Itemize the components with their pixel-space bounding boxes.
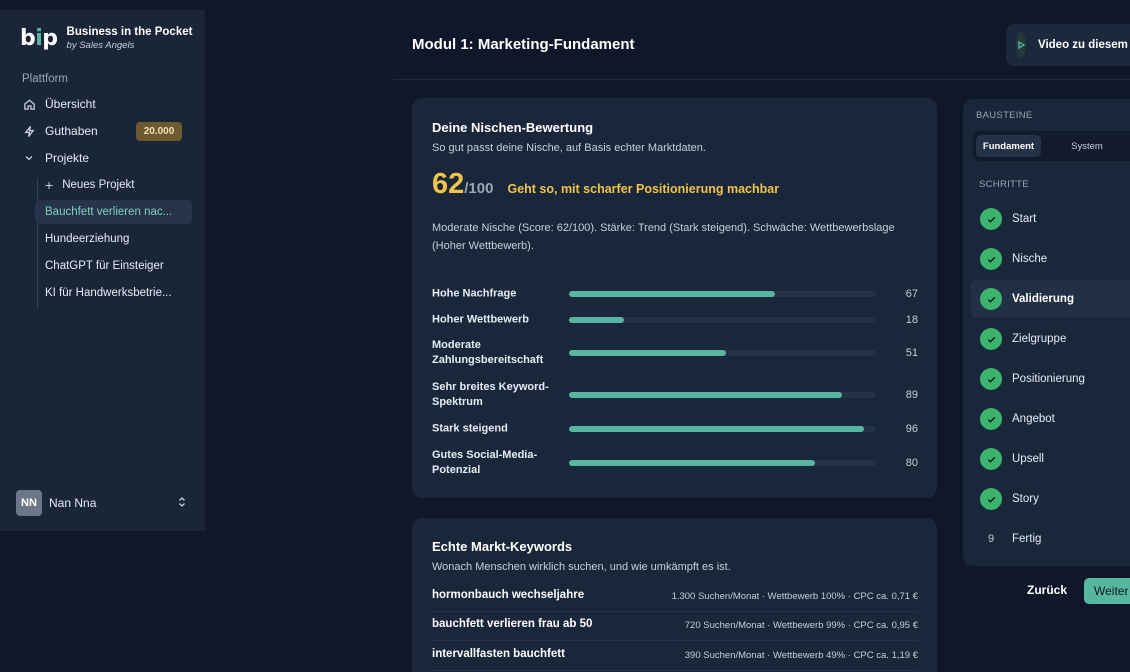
sidebar-item-projects[interactable]: Projekte: [22, 148, 89, 168]
brand-title: Business in the Pocket: [66, 26, 193, 38]
keyword-row: hormonbauch wechseljahre 1.300 Suchen/Mo…: [432, 582, 918, 612]
card-subtitle: Wonach Menschen wirklich suchen, und wie…: [432, 561, 731, 573]
module-toggle: Fundament System: [973, 131, 1130, 161]
metric-bar: [569, 426, 876, 432]
score-value: 62: [432, 168, 465, 200]
metric-bar: [569, 317, 876, 323]
niche-score: 62 /100 Geht so, mit scharfer Positionie…: [432, 168, 779, 201]
steps-panel: BAUSTEINE Fundament System SCHRITTE Star…: [963, 99, 1130, 566]
home-icon: [22, 97, 36, 111]
sidebar-item-overview[interactable]: Übersicht: [22, 94, 96, 114]
metric-row: Gutes Social-Media-Potenzial 80: [432, 449, 918, 476]
project-item[interactable]: KI für Handwerksbetrie...: [35, 281, 192, 305]
sidebar-item-label: Projekte: [45, 151, 90, 165]
metric-row: Moderate Zahlungsbereitschaft 51: [432, 339, 918, 366]
page-title: Modul 1: Marketing-Fundament: [412, 36, 635, 53]
chevron-up-down-icon: [178, 496, 186, 509]
play-icon: [1016, 32, 1026, 58]
lightning-icon: [22, 124, 36, 138]
score-verdict: Geht so, mit scharfer Positionierung mac…: [507, 182, 780, 196]
header-divider: [393, 79, 1130, 80]
sidebar: bip Business in the Pocket by Sales Ange…: [0, 10, 205, 531]
step-validierung[interactable]: Validierung: [970, 280, 1130, 318]
check-icon: [980, 208, 1002, 230]
step-number: 9: [987, 533, 995, 545]
metric-row: Sehr breites Keyword-Spektrum 89: [432, 381, 918, 408]
check-icon: [980, 448, 1002, 470]
video-button[interactable]: Video zu diesem Modul: [1006, 24, 1130, 66]
card-title: Echte Markt-Keywords: [432, 539, 573, 554]
step-upsell[interactable]: Upsell: [970, 440, 1130, 478]
project-item[interactable]: Hundeerziehung: [35, 227, 192, 251]
sidebar-item-credits[interactable]: Guthaben: [22, 121, 98, 141]
user-name: Nan Nna: [49, 496, 97, 510]
step-zielgruppe[interactable]: Zielgruppe: [970, 320, 1130, 358]
sidebar-item-label: Guthaben: [45, 124, 98, 138]
keywords-card: Echte Markt-Keywords Wonach Menschen wir…: [412, 518, 937, 672]
check-icon: [980, 288, 1002, 310]
step-nische[interactable]: Nische: [970, 240, 1130, 278]
check-icon: [980, 368, 1002, 390]
schritte-label: SCHRITTE: [979, 179, 1029, 190]
card-subtitle: So gut passt deine Nische, auf Basis ech…: [432, 142, 706, 154]
project-item[interactable]: ChatGPT für Einsteiger: [35, 254, 192, 278]
brand-subtitle: by Sales Angels: [66, 40, 135, 51]
project-item-active[interactable]: Bauchfett verlieren nac...: [35, 200, 192, 224]
niche-rating-card: Deine Nischen-Bewertung So gut passt dei…: [412, 98, 937, 498]
metric-row: Stark steigend 96: [432, 422, 918, 436]
check-icon: [980, 248, 1002, 270]
check-icon: [980, 408, 1002, 430]
check-icon: [980, 328, 1002, 350]
check-icon: [980, 488, 1002, 510]
brand-mark: bip: [20, 26, 58, 51]
niche-summary: Moderate Nische (Score: 62/100). Stärke:…: [432, 222, 895, 252]
metric-bar: [569, 350, 876, 356]
metric-bar: [569, 460, 876, 466]
chevron-down-icon: [22, 151, 36, 165]
new-project-button[interactable]: + Neues Projekt: [35, 173, 192, 197]
step-story[interactable]: Story: [970, 480, 1130, 518]
sidebar-section-label: Plattform: [22, 73, 69, 85]
tab-system[interactable]: System: [1055, 135, 1119, 157]
card-title: Deine Nischen-Bewertung: [432, 120, 594, 135]
back-button[interactable]: Zurück: [1027, 583, 1067, 597]
step-positionierung[interactable]: Positionierung: [970, 360, 1130, 398]
metric-bar: [569, 392, 876, 398]
tab-fundament[interactable]: Fundament: [976, 135, 1041, 157]
step-fertig[interactable]: 9 Fertig: [970, 520, 1130, 558]
step-start[interactable]: Start: [970, 200, 1130, 238]
score-max: /100: [464, 180, 494, 197]
next-button[interactable]: Weiter: [1084, 578, 1130, 604]
brand-logo[interactable]: bip Business in the Pocket by Sales Ange…: [20, 26, 192, 51]
keyword-row: bauchfett verlieren frau ab 50 720 Suche…: [432, 611, 918, 641]
metric-row: Hoher Wettbewerb 18: [432, 313, 918, 327]
credits-badge: 20.000: [136, 122, 182, 141]
bausteine-label: BAUSTEINE: [976, 110, 1033, 121]
step-angebot[interactable]: Angebot: [970, 400, 1130, 438]
sidebar-item-label: Übersicht: [45, 97, 96, 111]
keyword-row: intervallfasten bauchfett 390 Suchen/Mon…: [432, 641, 918, 671]
plus-icon: +: [45, 177, 54, 193]
user-menu[interactable]: NN Nan Nna: [16, 490, 186, 516]
metric-bar: [569, 291, 876, 297]
avatar: NN: [16, 490, 42, 516]
